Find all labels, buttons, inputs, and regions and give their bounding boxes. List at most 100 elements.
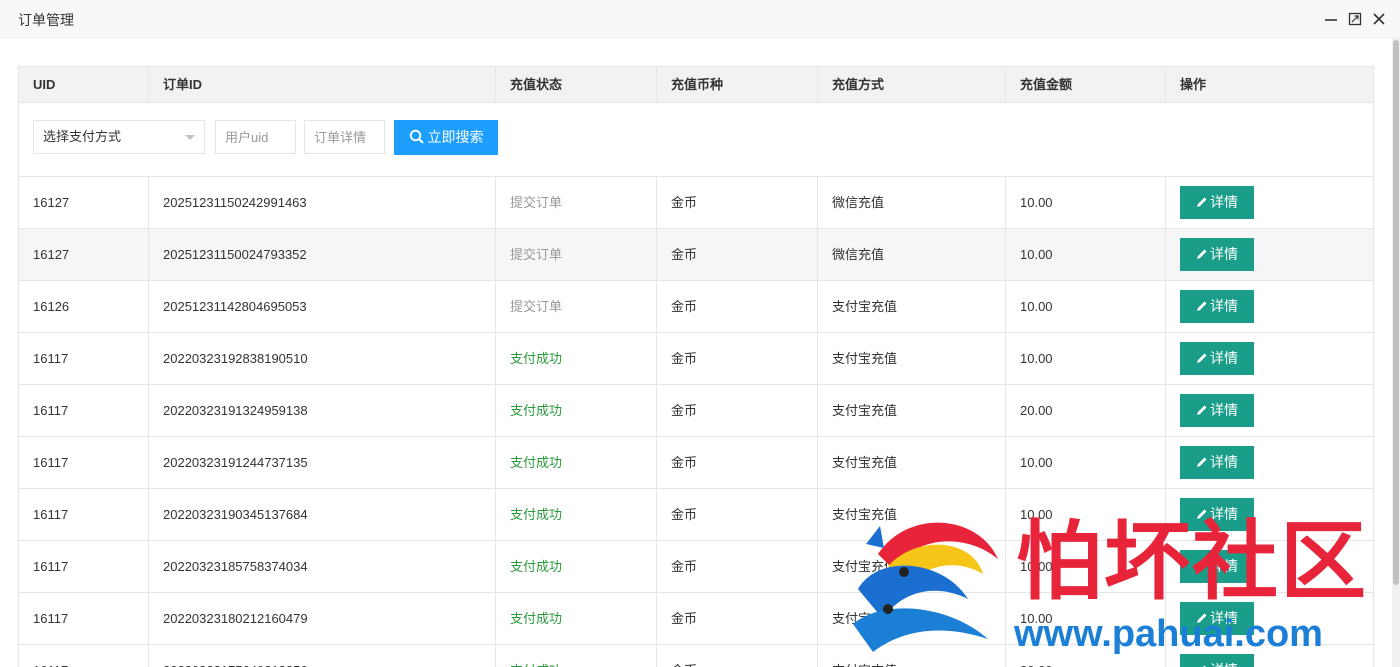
- window-titlebar: 订单管理: [0, 0, 1400, 38]
- order-detail-input[interactable]: [304, 120, 385, 154]
- cell-order-id-text: 20220323191244737135: [163, 455, 308, 470]
- cell-order-id: 20220323185758374034: [149, 541, 496, 592]
- cell-uid: 16117: [19, 541, 149, 592]
- cell-status: 支付成功: [496, 333, 657, 384]
- cell-action: 详情: [1166, 541, 1373, 592]
- table-row: 16127 20251231150024793352 提交订单 金币 微信充值 10.00…: [19, 229, 1373, 281]
- cell-order-id: 20251231142804695053: [149, 281, 496, 332]
- cell-amount-text: 20.00: [1020, 403, 1053, 418]
- column-header-uid[interactable]: UID: [19, 67, 149, 102]
- close-icon[interactable]: [1370, 10, 1388, 28]
- pencil-icon: [1197, 561, 1207, 571]
- scrollbar-thumb[interactable]: [1393, 40, 1399, 585]
- column-header-status[interactable]: 充值状态: [496, 67, 657, 102]
- column-header-amount[interactable]: 充值金额: [1006, 67, 1166, 102]
- cell-method-text: 微信充值: [832, 195, 885, 210]
- cell-uid-text: 16117: [33, 351, 69, 366]
- column-header-order-id[interactable]: 订单ID: [149, 67, 496, 102]
- cell-amount: 20.00: [1006, 645, 1166, 667]
- cell-status-text: 支付成功: [510, 351, 563, 366]
- detail-button[interactable]: 详情: [1180, 654, 1254, 667]
- maximize-icon[interactable]: [1346, 10, 1364, 28]
- cell-order-id-text: 20251231142804695053: [163, 299, 307, 314]
- cell-method-text: 支付宝充值: [832, 403, 898, 418]
- detail-button-label: 详情: [1210, 298, 1238, 314]
- cell-order-id-text: 20220323191324959138: [163, 403, 308, 418]
- pencil-icon: [1197, 249, 1207, 259]
- cell-currency: 金币: [657, 229, 818, 280]
- cell-order-id: 20220323191244737135: [149, 437, 496, 488]
- cell-order-id: 20220323175649813856: [149, 645, 496, 667]
- cell-method: 微信充值: [818, 177, 1006, 228]
- cell-status: 支付成功: [496, 593, 657, 644]
- cell-action: 详情: [1166, 229, 1373, 280]
- pencil-icon: [1197, 509, 1207, 519]
- table-row: 16117 20220323190345137684 支付成功 金币 支付宝充值 10.0…: [19, 489, 1373, 541]
- column-header-method[interactable]: 充值方式: [818, 67, 1006, 102]
- detail-button-label: 详情: [1210, 402, 1238, 418]
- detail-button[interactable]: 详情: [1180, 446, 1254, 479]
- cell-status: 提交订单: [496, 229, 657, 280]
- cell-currency: 金币: [657, 437, 818, 488]
- cell-order-id-text: 20220323190345137684: [163, 507, 308, 522]
- pencil-icon: [1197, 457, 1207, 467]
- cell-status-text: 支付成功: [510, 403, 563, 418]
- minimize-icon[interactable]: [1322, 10, 1340, 28]
- cell-action: 详情: [1166, 437, 1373, 488]
- cell-action: 详情: [1166, 281, 1373, 332]
- vertical-scrollbar[interactable]: [1392, 38, 1400, 667]
- detail-button-label: 详情: [1210, 454, 1238, 470]
- cell-currency-text: 金币: [671, 299, 698, 314]
- cell-uid-text: 16117: [33, 663, 68, 667]
- cell-currency-text: 金币: [671, 559, 698, 574]
- cell-currency: 金币: [657, 281, 818, 332]
- cell-amount: 10.00: [1006, 333, 1166, 384]
- cell-currency: 金币: [657, 593, 818, 644]
- orders-table: UID 订单ID 充值状态 充值币种 充值方式 充值金额 操作 选择支付方式 立…: [18, 66, 1374, 667]
- cell-method: 支付宝充值: [818, 281, 1006, 332]
- cell-status: 支付成功: [496, 437, 657, 488]
- table-row: 16117 20220323180212160479 支付成功 金币 支付宝充值 10.0…: [19, 593, 1373, 645]
- detail-button[interactable]: 详情: [1180, 602, 1254, 635]
- pencil-icon: [1197, 197, 1207, 207]
- cell-currency-text: 金币: [671, 663, 697, 667]
- cell-amount-text: 10.00: [1020, 507, 1053, 522]
- table-row: 16117 20220323185758374034 支付成功 金币 支付宝充值 10.0…: [19, 541, 1373, 593]
- detail-button[interactable]: 详情: [1180, 550, 1254, 583]
- detail-button[interactable]: 详情: [1180, 290, 1254, 323]
- cell-uid: 16127: [19, 177, 149, 228]
- payment-method-select-value: 选择支付方式: [43, 129, 122, 144]
- table-body: 16127 20251231150242991463 提交订单 金币 微信充值 10.00…: [19, 177, 1373, 667]
- cell-order-id-text: 20220323180212160479: [163, 611, 308, 626]
- cell-uid-text: 16127: [33, 247, 70, 262]
- detail-button[interactable]: 详情: [1180, 342, 1254, 375]
- window-title: 订单管理: [18, 12, 74, 28]
- detail-button-label: 详情: [1210, 350, 1238, 366]
- cell-uid-text: 16117: [33, 507, 69, 522]
- cell-uid: 16117: [19, 489, 149, 540]
- cell-order-id: 20220323192838190510: [149, 333, 496, 384]
- cell-action: 详情: [1166, 385, 1373, 436]
- cell-uid: 16126: [19, 281, 149, 332]
- cell-method-text: 支付宝充值: [832, 559, 898, 574]
- cell-amount-text: 20.00: [1020, 663, 1053, 667]
- table-row: 16117 20220323191324959138 支付成功 金币 支付宝充值 20.0…: [19, 385, 1373, 437]
- column-header-currency[interactable]: 充值币种: [657, 67, 818, 102]
- cell-status: 提交订单: [496, 177, 657, 228]
- detail-button[interactable]: 详情: [1180, 498, 1254, 531]
- cell-currency-text: 金币: [671, 455, 698, 470]
- table-row: 16117 20220323191244737135 支付成功 金币 支付宝充值 10.0…: [19, 437, 1373, 489]
- cell-amount: 20.00: [1006, 385, 1166, 436]
- cell-currency: 金币: [657, 489, 818, 540]
- cell-currency-text: 金币: [671, 403, 698, 418]
- column-header-action[interactable]: 操作: [1166, 67, 1373, 102]
- cell-method-text: 支付宝充值: [832, 455, 898, 470]
- payment-method-select[interactable]: 选择支付方式: [33, 120, 205, 154]
- pencil-icon: [1197, 405, 1207, 415]
- detail-button[interactable]: 详情: [1180, 238, 1254, 271]
- cell-status-text: 提交订单: [510, 195, 563, 210]
- search-button[interactable]: 立即搜索: [394, 120, 498, 155]
- detail-button[interactable]: 详情: [1180, 186, 1254, 219]
- detail-button[interactable]: 详情: [1180, 394, 1254, 427]
- uid-input[interactable]: [215, 120, 296, 154]
